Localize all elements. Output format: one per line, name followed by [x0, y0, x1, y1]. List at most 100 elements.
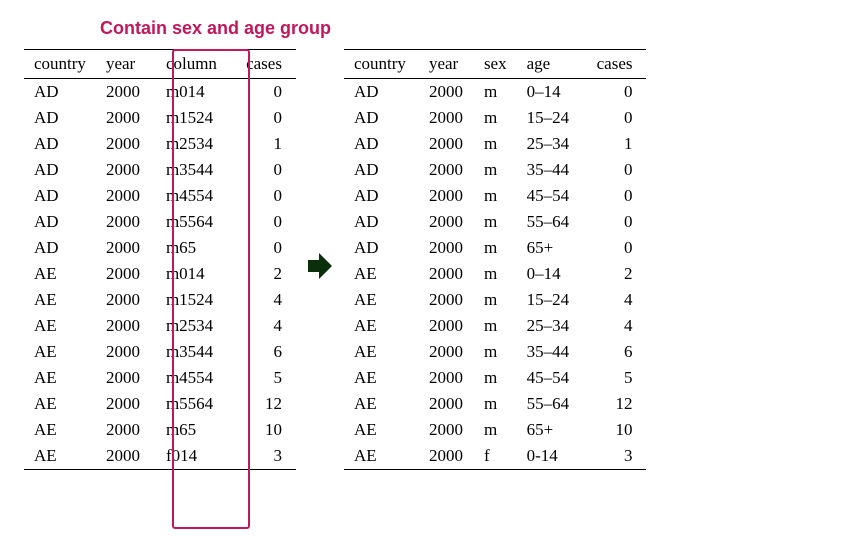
table-row: AD2000m35440 [24, 157, 296, 183]
cell-country: AE [344, 313, 419, 339]
cell-country: AD [24, 157, 96, 183]
left-hdr-year: year [96, 50, 156, 79]
cell-column: m3544 [156, 339, 236, 365]
right-hdr-sex: sex [474, 50, 517, 79]
table-row: AE2000m45–545 [344, 365, 647, 391]
cell-year: 2000 [96, 131, 156, 157]
cell-age: 35–44 [517, 157, 587, 183]
cell-cases: 0 [587, 105, 647, 131]
cell-column: m5564 [156, 209, 236, 235]
cell-column: m2534 [156, 131, 236, 157]
cell-age: 65+ [517, 235, 587, 261]
table-row: AE2000m35–446 [344, 339, 647, 365]
cell-sex: m [474, 183, 517, 209]
cell-sex: m [474, 131, 517, 157]
cell-cases: 3 [587, 443, 647, 470]
cell-country: AE [344, 261, 419, 287]
left-table: country year column cases AD2000m0140AD2… [24, 49, 296, 470]
cell-country: AD [344, 131, 419, 157]
cell-year: 2000 [96, 365, 156, 391]
table-row: AE2000m0–142 [344, 261, 647, 287]
cell-year: 2000 [96, 313, 156, 339]
cell-year: 2000 [419, 131, 474, 157]
right-hdr-age: age [517, 50, 587, 79]
cell-age: 25–34 [517, 313, 587, 339]
right-table-wrap: country year sex age cases AD2000m0–140A… [344, 49, 647, 470]
cell-cases: 0 [236, 79, 296, 106]
table-row: AD2000m15–240 [344, 105, 647, 131]
table-row: AE2000m55–6412 [344, 391, 647, 417]
cell-country: AE [344, 443, 419, 470]
cell-cases: 5 [587, 365, 647, 391]
cell-column: m4554 [156, 365, 236, 391]
caption-label: Contain sex and age group [100, 18, 817, 39]
cell-column: m3544 [156, 157, 236, 183]
left-hdr-country: country [24, 50, 96, 79]
cell-column: m65 [156, 417, 236, 443]
cell-column: m5564 [156, 391, 236, 417]
table-row: AE2000m45545 [24, 365, 296, 391]
transform-arrow [296, 253, 344, 279]
cell-year: 2000 [419, 209, 474, 235]
cell-year: 2000 [419, 365, 474, 391]
cell-country: AE [344, 287, 419, 313]
cell-cases: 0 [587, 235, 647, 261]
cell-year: 2000 [96, 79, 156, 106]
cell-sex: m [474, 339, 517, 365]
cell-cases: 6 [236, 339, 296, 365]
table-row: AE2000m65+10 [344, 417, 647, 443]
cell-country: AD [24, 235, 96, 261]
left-table-wrap: country year column cases AD2000m0140AD2… [24, 49, 296, 470]
table-row: AD2000m25341 [24, 131, 296, 157]
cell-year: 2000 [96, 209, 156, 235]
cell-cases: 0 [587, 157, 647, 183]
cell-age: 45–54 [517, 183, 587, 209]
table-row: AD2000m0–140 [344, 79, 647, 106]
cell-cases: 0 [587, 183, 647, 209]
table-row: AE2000f0143 [24, 443, 296, 470]
cell-country: AD [24, 79, 96, 106]
table-row: AE2000m6510 [24, 417, 296, 443]
cell-country: AE [24, 261, 96, 287]
cell-country: AE [24, 391, 96, 417]
cell-cases: 5 [236, 365, 296, 391]
table-row: AE2000m0142 [24, 261, 296, 287]
cell-country: AE [344, 417, 419, 443]
cell-cases: 0 [587, 209, 647, 235]
cell-country: AE [24, 417, 96, 443]
cell-sex: m [474, 157, 517, 183]
cell-age: 0-14 [517, 443, 587, 470]
table-row: AE2000m25–344 [344, 313, 647, 339]
cell-age: 15–24 [517, 287, 587, 313]
cell-column: m014 [156, 261, 236, 287]
cell-sex: m [474, 79, 517, 106]
cell-year: 2000 [419, 443, 474, 470]
right-hdr-year: year [419, 50, 474, 79]
cell-country: AD [344, 79, 419, 106]
table-row: AE2000m25344 [24, 313, 296, 339]
cell-year: 2000 [419, 339, 474, 365]
cell-column: m65 [156, 235, 236, 261]
table-row: AD2000m0140 [24, 79, 296, 106]
cell-column: m4554 [156, 183, 236, 209]
cell-column: m1524 [156, 105, 236, 131]
cell-sex: m [474, 287, 517, 313]
cell-year: 2000 [419, 417, 474, 443]
cell-country: AD [24, 131, 96, 157]
cell-cases: 4 [236, 287, 296, 313]
cell-cases: 0 [236, 235, 296, 261]
cell-year: 2000 [419, 235, 474, 261]
table-row: AD2000m45540 [24, 183, 296, 209]
cell-cases: 4 [587, 313, 647, 339]
cell-year: 2000 [96, 287, 156, 313]
cell-cases: 0 [236, 209, 296, 235]
cell-sex: m [474, 313, 517, 339]
cell-cases: 4 [236, 313, 296, 339]
cell-country: AE [24, 443, 96, 470]
right-hdr-cases: cases [587, 50, 647, 79]
cell-country: AE [344, 339, 419, 365]
cell-sex: m [474, 261, 517, 287]
cell-country: AD [24, 183, 96, 209]
cell-sex: m [474, 209, 517, 235]
cell-cases: 0 [587, 79, 647, 106]
